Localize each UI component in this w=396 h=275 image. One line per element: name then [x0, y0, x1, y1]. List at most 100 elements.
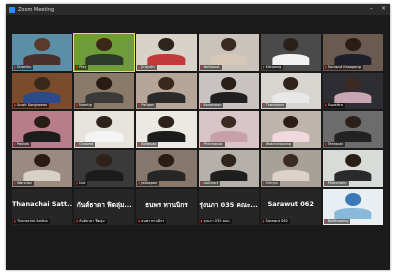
participant-tile[interactable]: ▮ Wannisa	[12, 150, 73, 187]
participant-video-figure	[74, 76, 134, 104]
participant-name: Supattra	[327, 103, 343, 108]
participant-name-label: ▮ Nattawut	[199, 64, 222, 70]
participant-name: Sarawut 062	[265, 219, 288, 224]
participant-name: Kiattisak	[141, 142, 157, 146]
participant-video-figure	[261, 38, 321, 65]
participant-display-name: ธนพร ทานนิกร	[145, 200, 188, 209]
participant-video-figure	[12, 154, 72, 181]
zoom-app-icon	[9, 6, 15, 13]
participant-name-label: ▮ Apichart	[199, 180, 221, 186]
participant-tile[interactable]: ▮ Kiattisak	[136, 111, 197, 148]
participant-name-label: ▮ Watcharapong	[261, 142, 294, 147]
participant-name: Namtip	[79, 103, 92, 108]
participant-tile[interactable]: ▮ Teerapat	[322, 111, 383, 148]
close-button[interactable]: ×	[380, 5, 387, 13]
participant-tile[interactable]: รุ่งนภา 035 คณะ... ▮ รุ่งนภา 035 คณะ	[198, 188, 259, 226]
participant-name: Apichart	[203, 180, 219, 185]
participant-display-name: Sarawut 062	[267, 199, 314, 208]
participant-tile[interactable]: ▮ Supattra	[322, 72, 383, 110]
meeting-window: Zoom Meeting – × ▮ Duaniku ▮ Ploy ▮ Jirayuth ▮…	[6, 4, 390, 270]
window-title: Zoom Meeting	[18, 6, 55, 13]
muted-mic-icon: ▮	[200, 180, 203, 185]
participant-video-figure	[199, 38, 259, 65]
participant-name: Wannisa	[16, 180, 32, 185]
participant-name-label: ▮ Kanokwan	[199, 103, 224, 109]
minimize-button[interactable]: –	[368, 5, 375, 13]
participant-tile[interactable]: ▮ Apichart	[198, 150, 259, 187]
muted-mic-icon: ▮	[324, 103, 327, 108]
participant-name: Suwit Sangtawan	[16, 103, 48, 108]
participant-tile[interactable]: ธนพร ทานนิกร ▮ ธนพร ทานนิกร	[136, 188, 197, 226]
muted-mic-icon: ▮	[76, 142, 79, 146]
participant-name-label: ▮ Namtip	[75, 103, 94, 109]
participant-name: Watcharapong	[265, 142, 292, 146]
participant-name-label: ▮ Patipan	[137, 103, 157, 109]
participant-tile[interactable]: ▮ Natthapong	[322, 188, 383, 226]
participant-name-label: ▮ Wannisa	[13, 180, 34, 186]
participant-name: Ploy	[79, 64, 87, 69]
participant-tile[interactable]: ▮ Jakkapan	[136, 150, 197, 187]
participant-name-label: ▮ Sarawut 062	[261, 219, 290, 225]
participant-name: Nattawut	[203, 64, 220, 69]
title-bar: Zoom Meeting – ×	[6, 4, 390, 15]
participant-tile[interactable]: ▮ Panida	[12, 111, 73, 148]
participant-tile[interactable]: ▮ Nut	[74, 150, 135, 187]
participant-name-label: ▮ กันต์ธาดา ฟิตลุ่ม	[75, 219, 107, 225]
muted-mic-icon: ▮	[76, 64, 79, 69]
muted-mic-icon: ▮	[14, 64, 16, 69]
muted-mic-icon: ▮	[138, 64, 141, 69]
participant-name-label: ▮ Teerapat	[323, 142, 345, 147]
participant-video-figure	[12, 76, 72, 104]
participant-name-label: ▮ Nut	[75, 180, 88, 186]
participant-name: Thanakorn	[265, 103, 285, 108]
participant-video-figure	[323, 76, 383, 104]
participant-tile[interactable]: ▮ Namtip	[74, 72, 135, 110]
muted-mic-icon: ▮	[200, 64, 203, 69]
participant-tile[interactable]: ▮ Duaniku	[12, 34, 73, 71]
participant-video-figure	[74, 38, 134, 65]
participant-name-label: ▮ Natthapong	[323, 219, 351, 225]
participant-name-label: ▮ Kiattisak	[137, 142, 159, 147]
participant-name: Thanachai Sattha	[16, 219, 48, 224]
participant-tile[interactable]: ▮ Kanokwan	[198, 72, 259, 110]
muted-mic-icon: ▮	[324, 219, 327, 224]
participant-name-label: ▮ Sirinya	[261, 180, 280, 186]
participant-tile[interactable]: ▮ Thanakorn	[260, 72, 321, 110]
participant-tile[interactable]: ▮ Suwit Sangtawan	[12, 72, 73, 110]
participant-name: Kanokwan	[203, 103, 222, 108]
participant-tile[interactable]: ▮ Jirayuth	[136, 34, 197, 71]
muted-mic-icon: ▮	[262, 219, 265, 224]
participant-name: Sirinya	[265, 180, 278, 185]
muted-mic-icon: ▮	[324, 64, 327, 69]
participant-video-figure	[323, 154, 383, 181]
participant-tile[interactable]: ▮ Chaiwat	[74, 111, 135, 148]
participant-tile[interactable]: ▮ Nattawut	[198, 34, 259, 71]
participant-video-figure	[199, 76, 259, 104]
muted-mic-icon: ▮	[14, 142, 16, 146]
participant-tile[interactable]: ▮ Kittipong	[260, 34, 321, 71]
muted-mic-icon: ▮	[324, 180, 327, 185]
participant-tile[interactable]: Sarawut 062 ▮ Sarawut 062	[260, 188, 321, 226]
participant-name: รุ่งนภา 035 คณะ	[203, 219, 231, 224]
participant-name: Phatcharin	[327, 180, 347, 185]
participant-name: Natthapong	[327, 219, 349, 224]
participant-video-figure	[199, 154, 259, 181]
participant-name-label: ▮ Chaiwat	[75, 142, 96, 147]
participant-tile[interactable]: ▮ Patipan	[136, 72, 197, 110]
participant-name-label: ▮ Ploy	[75, 64, 89, 70]
participant-name: Chaiwat	[79, 142, 94, 146]
participant-name: Patipan	[141, 103, 155, 108]
muted-mic-icon: ▮	[324, 142, 327, 146]
muted-mic-icon: ▮	[76, 219, 79, 224]
participant-video-figure	[199, 115, 259, 142]
participant-tile[interactable]: ▮ Watcharapong	[260, 111, 321, 148]
participant-tile[interactable]: ▮ Pimchanok	[198, 111, 259, 148]
participant-tile[interactable]: ▮ Ploy	[73, 33, 136, 72]
muted-mic-icon: ▮	[138, 142, 141, 146]
participant-tile[interactable]: ▮ Sarawut Khaopang	[322, 34, 383, 71]
participant-tile[interactable]: กันต์ธาดา ฟิตลุ่ม... ▮ กันต์ธาดา ฟิตลุ่ม	[74, 188, 135, 226]
participant-tile[interactable]: ▮ Phatcharin	[322, 150, 383, 187]
muted-mic-icon: ▮	[200, 103, 203, 108]
participant-tile[interactable]: ▮ Sirinya	[260, 150, 321, 187]
participant-tile[interactable]: Thanachai Satt... ▮ Thanachai Sattha	[12, 188, 73, 226]
